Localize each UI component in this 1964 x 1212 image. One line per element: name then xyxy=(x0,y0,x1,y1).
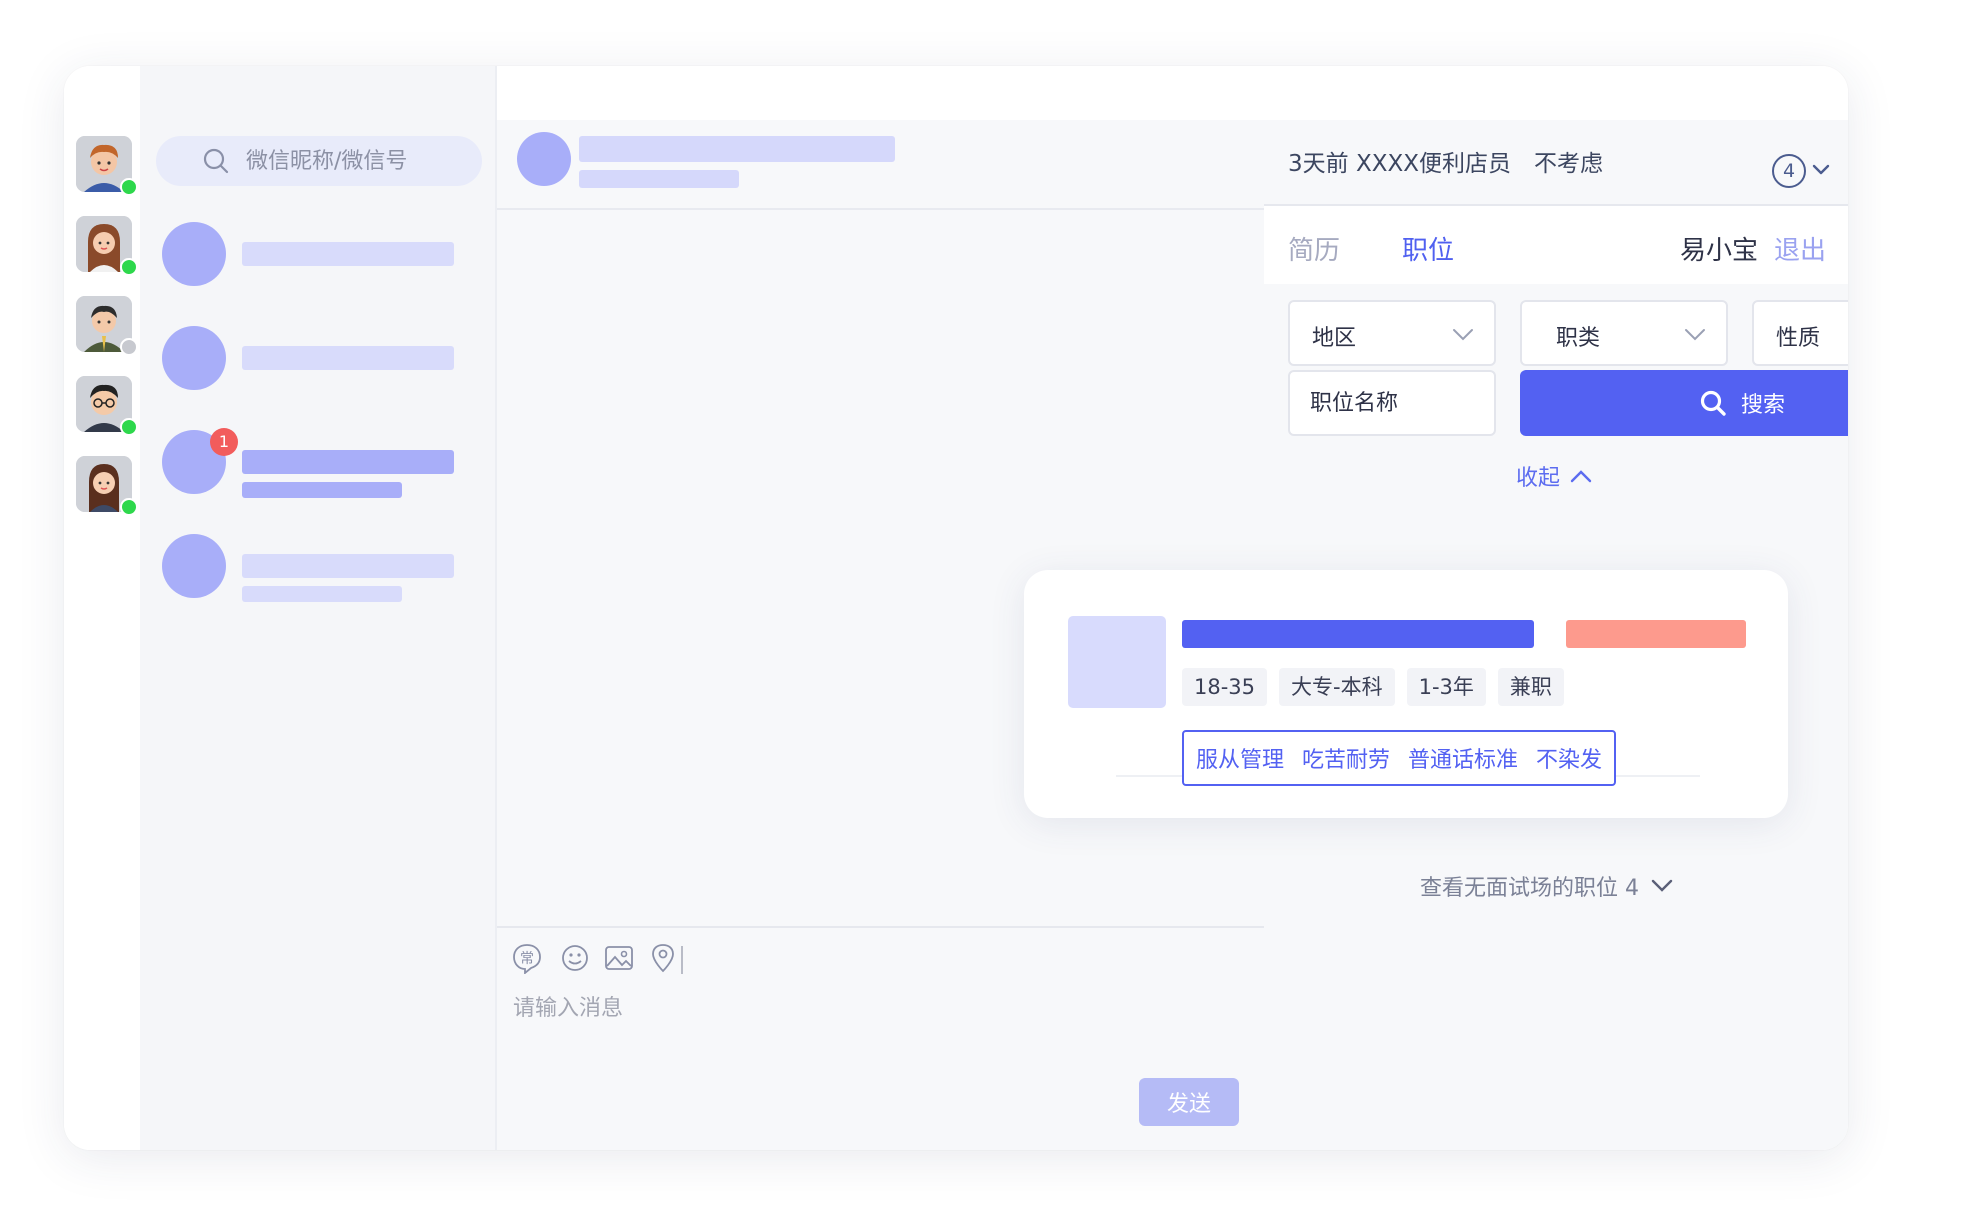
job-type-tag: 兼职 xyxy=(1497,668,1564,706)
job-title-placeholder xyxy=(1182,620,1534,648)
contact-name-placeholder xyxy=(242,346,454,370)
chat-partner-info-placeholder xyxy=(579,170,739,188)
candidate-status-text: 3天前 XXXX便利店员 不考虑 xyxy=(1288,151,1603,177)
job-search-label: 搜索 xyxy=(1740,393,1785,418)
contact-avatar xyxy=(162,222,226,286)
job-requirement-tags: 18-35 大专-本科 1-3年 兼职 xyxy=(1182,668,1564,706)
panel-tabs: 简历 职位 易小宝 退出 xyxy=(1264,204,1848,286)
candidate-count-badge[interactable]: 4 xyxy=(1772,154,1806,188)
job-card[interactable]: 18-35 大专-本科 1-3年 兼职 服从管理 吃苦耐劳 普通话标准 不染发 xyxy=(1024,570,1788,818)
logout-link[interactable]: 退出 xyxy=(1774,230,1826,267)
region-select[interactable]: 地区 xyxy=(1288,300,1496,366)
contact-message-placeholder xyxy=(242,482,402,498)
chevron-up-icon xyxy=(1570,470,1592,483)
send-button[interactable]: 发送 xyxy=(1139,1078,1239,1126)
chat-partner-avatar xyxy=(517,132,571,186)
tab-job[interactable]: 职位 xyxy=(1402,230,1454,267)
offline-status-dot xyxy=(120,338,138,356)
job-name-input[interactable] xyxy=(1288,370,1496,436)
online-status-dot xyxy=(120,258,138,276)
common-phrases-icon[interactable]: 常 xyxy=(511,942,543,974)
view-more-jobs-label: 查看无面试场的职位 4 xyxy=(1420,876,1639,901)
view-more-jobs-toggle[interactable]: 查看无面试场的职位 4 xyxy=(1420,870,1673,902)
job-salary-placeholder xyxy=(1566,620,1746,648)
contact-avatar xyxy=(162,326,226,390)
location-icon[interactable] xyxy=(647,942,679,974)
contact-name-placeholder xyxy=(242,554,454,578)
collapse-filters-toggle[interactable]: 收起 xyxy=(1516,460,1592,492)
candidate-status-header: 3天前 XXXX便利店员 不考虑 4 xyxy=(1264,120,1848,206)
contact-search-input[interactable] xyxy=(244,147,468,175)
contact-message-placeholder xyxy=(242,586,402,602)
chat-partner-name-placeholder xyxy=(579,136,895,162)
education-tag: 大专-本科 xyxy=(1279,668,1395,706)
job-thumbnail-placeholder xyxy=(1068,616,1166,708)
contact-name-placeholder xyxy=(242,242,454,266)
experience-tag: 1-3年 xyxy=(1406,668,1486,706)
tab-resume[interactable]: 简历 xyxy=(1288,230,1340,267)
online-status-dot xyxy=(120,178,138,196)
job-search-button[interactable]: 搜索 xyxy=(1520,370,1848,436)
contact-search-box[interactable] xyxy=(156,136,482,186)
account-rail xyxy=(64,66,140,1150)
current-user-name: 易小宝 xyxy=(1680,236,1759,266)
nature-select[interactable]: 性质 xyxy=(1752,300,1848,366)
keyword: 不染发 xyxy=(1536,748,1603,773)
category-select-label: 职类 xyxy=(1556,326,1601,351)
region-select-label: 地区 xyxy=(1312,326,1357,351)
search-icon xyxy=(1700,390,1726,416)
search-icon xyxy=(203,148,229,174)
keyword: 普通话标准 xyxy=(1408,748,1519,773)
chevron-down-icon[interactable] xyxy=(1812,164,1830,176)
title-bar xyxy=(497,66,1264,120)
job-requirement-keywords: 服从管理 吃苦耐劳 普通话标准 不染发 xyxy=(1182,730,1617,786)
keyword: 吃苦耐劳 xyxy=(1302,748,1391,773)
image-icon[interactable] xyxy=(603,942,635,974)
common-phrases-glyph: 常 xyxy=(520,951,534,967)
contact-avatar xyxy=(162,534,226,598)
online-status-dot xyxy=(120,418,138,436)
chevron-down-icon xyxy=(1651,879,1673,892)
chat-header xyxy=(497,120,1264,210)
keyword: 服从管理 xyxy=(1196,748,1285,773)
category-select[interactable]: 职类 xyxy=(1520,300,1728,366)
collapse-label: 收起 xyxy=(1516,466,1561,491)
chevron-down-icon xyxy=(1453,329,1473,341)
chevron-down-icon xyxy=(1685,329,1705,341)
contact-name-placeholder xyxy=(242,450,454,474)
emoji-icon[interactable] xyxy=(559,942,591,974)
nature-select-label: 性质 xyxy=(1776,326,1821,351)
online-status-dot xyxy=(120,498,138,516)
toolbar-separator xyxy=(681,946,683,974)
unread-badge: 1 xyxy=(210,428,238,456)
contact-list-panel: 1 xyxy=(140,66,495,1150)
message-composer: 常 发送 xyxy=(497,926,1264,1150)
age-tag: 18-35 xyxy=(1182,668,1268,706)
message-input[interactable] xyxy=(511,988,1215,1052)
